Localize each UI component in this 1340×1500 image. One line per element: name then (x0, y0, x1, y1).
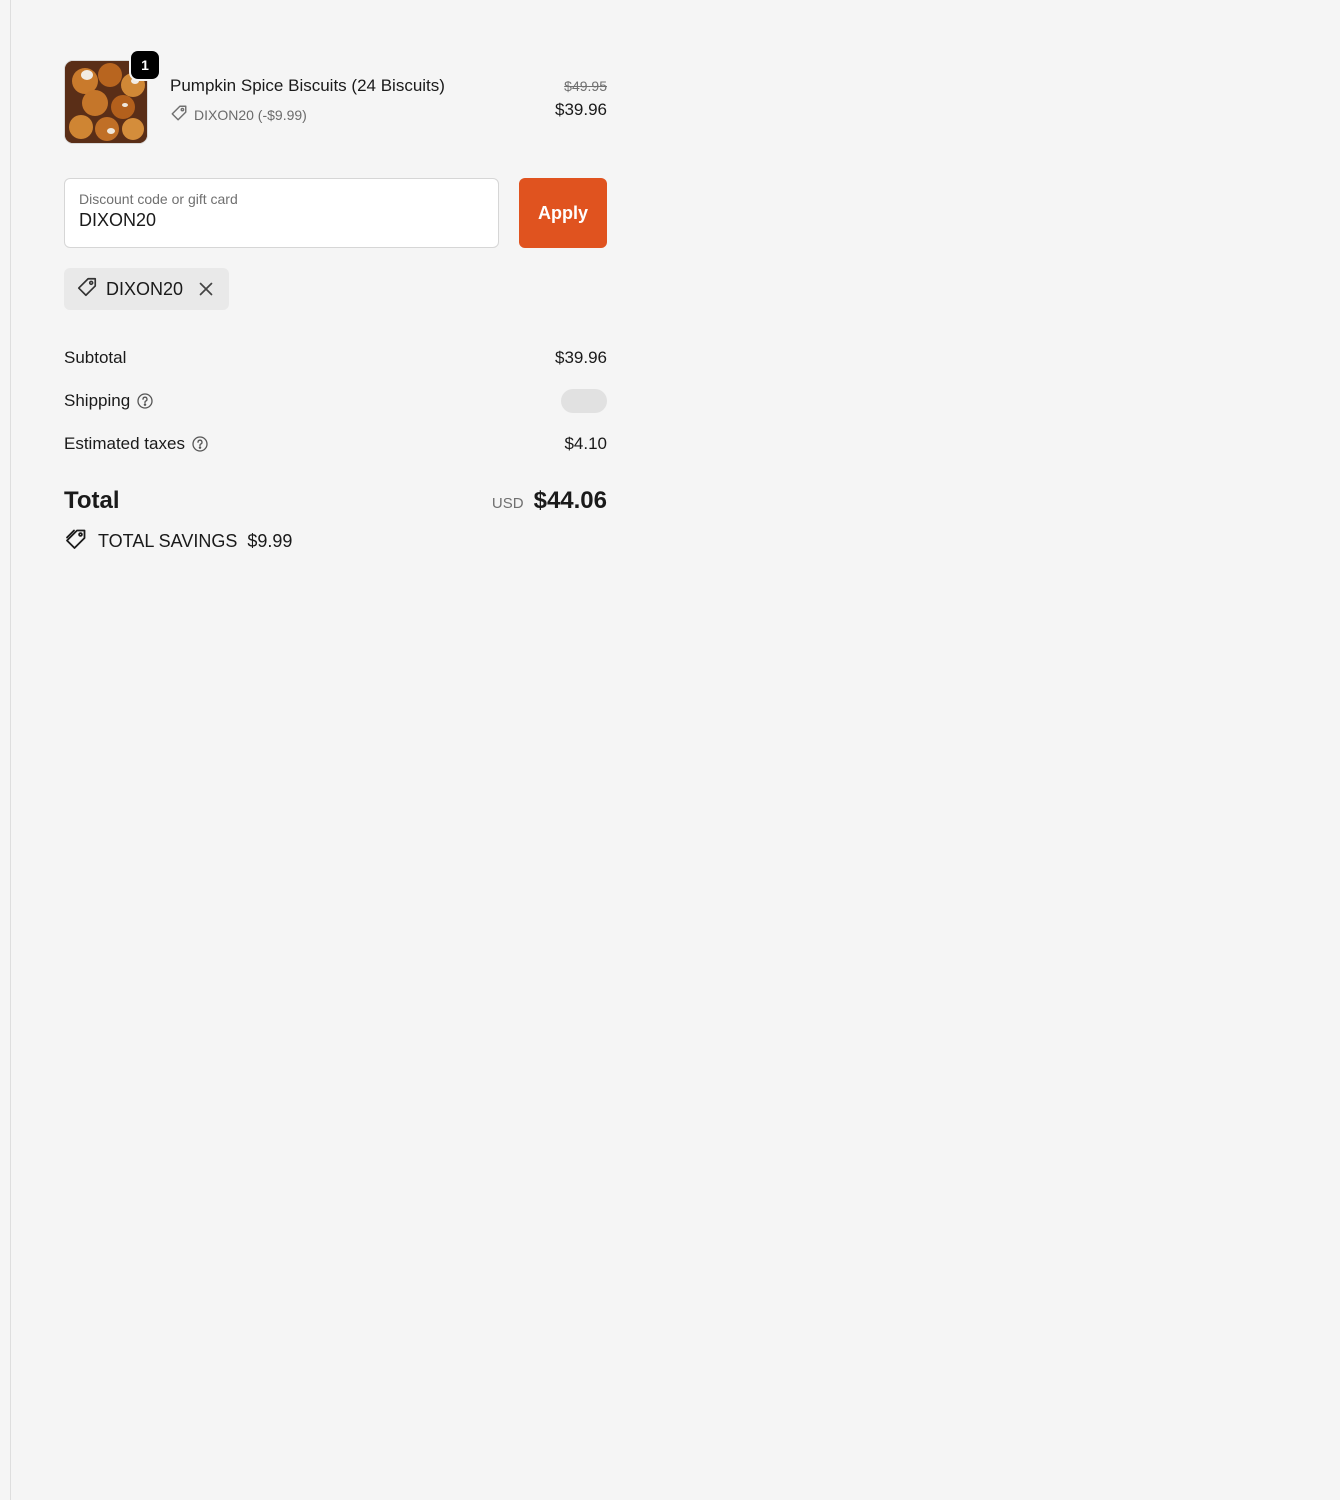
discount-field[interactable]: Discount code or gift card (64, 178, 499, 248)
product-discount-label: DIXON20 (-$9.99) (194, 106, 307, 123)
panel-divider (10, 0, 11, 1500)
currency-code: USD (491, 495, 524, 512)
total-value-group: USD $44.06 (492, 487, 607, 515)
help-icon[interactable] (191, 435, 209, 453)
discount-input[interactable] (79, 210, 479, 231)
quantity-badge: 1 (131, 51, 159, 79)
product-discount: DIXON20 (-$9.99) (170, 104, 445, 125)
original-price: $49.95 (564, 78, 607, 94)
shipping-label-group: Shipping (64, 391, 154, 411)
product-thumbnail-wrapper: 1 (64, 51, 159, 144)
subtotal-value: $39.96 (555, 347, 607, 367)
savings-tag-icon (64, 527, 88, 556)
discount-field-label: Discount code or gift card (79, 191, 238, 207)
help-icon[interactable] (136, 392, 154, 410)
subtotal-label: Subtotal (64, 347, 127, 367)
close-icon (199, 282, 213, 296)
product-name: Pumpkin Spice Biscuits (24 Biscuits) (170, 76, 445, 95)
grand-total-row: Total USD $44.06 (64, 487, 607, 515)
taxes-label: Estimated taxes (64, 433, 185, 453)
totals-section: Subtotal $39.96 Shipping Estimated taxes (64, 336, 607, 556)
taxes-row: Estimated taxes $4.10 (64, 422, 607, 465)
total-amount: $44.06 (533, 487, 607, 514)
applied-discount-tag: DIXON20 (64, 268, 230, 310)
apply-button[interactable]: Apply (519, 178, 607, 248)
shipping-row: Shipping (64, 379, 607, 422)
savings-value: $9.99 (247, 531, 293, 551)
discount-form: Discount code or gift card Apply (64, 178, 607, 248)
product-prices: $49.95 $39.96 (555, 78, 607, 120)
tag-icon (170, 104, 188, 125)
taxes-label-group: Estimated taxes (64, 434, 209, 454)
final-price: $39.96 (555, 100, 607, 119)
savings-label: TOTAL SAVINGS (98, 531, 238, 551)
total-label: Total (64, 487, 120, 514)
cart-line-item: 1 Pumpkin Spice Biscuits (24 Biscuits) D… (64, 51, 607, 148)
order-summary: 1 Pumpkin Spice Biscuits (24 Biscuits) D… (64, 51, 607, 556)
shipping-label: Shipping (64, 390, 131, 410)
shipping-loading-placeholder (561, 388, 607, 413)
total-savings: TOTAL SAVINGS $9.99 (64, 527, 607, 556)
applied-discount-code: DIXON20 (106, 278, 184, 299)
tag-icon (76, 276, 98, 303)
product-info: Pumpkin Spice Biscuits (24 Biscuits) DIX… (170, 76, 445, 125)
taxes-value: $4.10 (564, 433, 607, 453)
remove-discount-button[interactable] (195, 278, 217, 300)
subtotal-row: Subtotal $39.96 (64, 336, 607, 379)
